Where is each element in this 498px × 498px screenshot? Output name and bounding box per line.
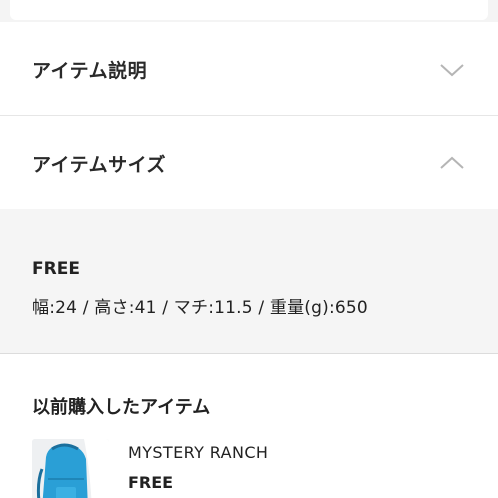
item-size: FREE: [128, 473, 174, 492]
previous-item-card[interactable]: MYSTERY RANCH FREE: [32, 439, 472, 498]
item-brand: MYSTERY RANCH: [128, 443, 269, 462]
backpack-image: [32, 439, 109, 498]
chevron-up-icon: [440, 156, 464, 169]
previous-purchases-heading: 以前購入したアイテム: [32, 397, 211, 418]
size-label: FREE: [32, 259, 80, 279]
item-description-accordion[interactable]: アイテム説明: [0, 24, 498, 116]
size-dimensions: 幅:24 / 高さ:41 / マチ:11.5 / 重量(g):650: [32, 298, 368, 318]
item-size-title: アイテムサイズ: [32, 153, 167, 176]
product-thumbnail[interactable]: [32, 439, 109, 498]
previous-card-bottom-edge: [10, 0, 488, 20]
chevron-down-icon: [440, 63, 464, 76]
item-description-title: アイテム説明: [32, 60, 148, 82]
item-size-accordion[interactable]: アイテムサイズ: [0, 117, 498, 209]
item-size-panel: FREE 幅:24 / 高さ:41 / マチ:11.5 / 重量(g):650: [0, 209, 498, 354]
